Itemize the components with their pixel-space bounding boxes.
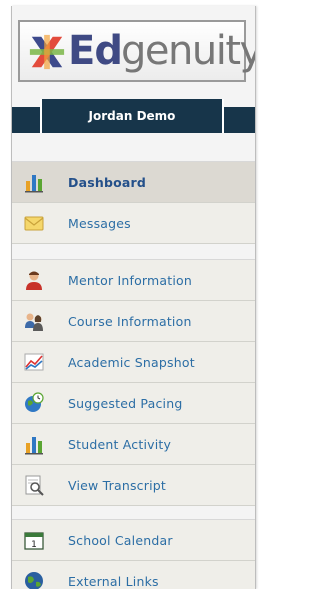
nav-item-label: Academic Snapshot bbox=[68, 354, 195, 370]
envelope-icon bbox=[24, 216, 44, 231]
nav-item-suggested-pacing[interactable]: Suggested Pacing bbox=[12, 383, 255, 424]
nav-item-label: Course Information bbox=[68, 313, 192, 329]
nav-item-course-information[interactable]: Course Information bbox=[12, 301, 255, 342]
sidebar-panel: Ed genuity Jordan Demo Dashboard Message… bbox=[11, 6, 256, 589]
nav-group-info: Mentor Information Course Information Ac… bbox=[12, 259, 255, 506]
nav-group-external: 1 School Calendar External Links bbox=[12, 519, 255, 589]
nav-item-label: Messages bbox=[68, 215, 131, 231]
nav-item-label: View Transcript bbox=[68, 477, 166, 493]
nav-item-external-links[interactable]: External Links bbox=[12, 561, 255, 589]
line-chart-icon bbox=[24, 353, 44, 371]
nav-item-label: External Links bbox=[68, 573, 159, 589]
two-people-icon bbox=[25, 313, 43, 331]
nav-item-mentor-information[interactable]: Mentor Information bbox=[12, 260, 255, 301]
calendar-icon: 1 bbox=[24, 532, 44, 550]
edgenuity-logo[interactable]: Ed genuity bbox=[18, 20, 255, 82]
logo-x-mark-icon bbox=[29, 34, 65, 70]
nav-item-label: Mentor Information bbox=[68, 272, 193, 288]
nav-item-label: School Calendar bbox=[68, 532, 173, 548]
nav-item-student-activity[interactable]: Student Activity bbox=[12, 424, 255, 465]
nav-group-primary: Dashboard Messages bbox=[12, 161, 255, 244]
mentor-person-icon bbox=[26, 271, 42, 290]
logo-text-suffix: genuity bbox=[121, 28, 256, 74]
nav-item-view-transcript[interactable]: View Transcript bbox=[12, 465, 255, 506]
user-name-tab: Jordan Demo bbox=[40, 99, 224, 133]
nav-item-label: Student Activity bbox=[68, 436, 172, 452]
globe-icon bbox=[25, 572, 43, 589]
bar-chart-icon bbox=[25, 437, 43, 455]
svg-text:1: 1 bbox=[31, 540, 37, 550]
magnifier-document-icon bbox=[25, 475, 44, 496]
globe-clock-icon bbox=[25, 392, 44, 412]
dashboard-icon bbox=[25, 175, 43, 193]
nav-item-school-calendar[interactable]: 1 School Calendar bbox=[12, 520, 255, 561]
nav-item-label: Dashboard bbox=[68, 174, 147, 190]
logo-text-prefix: Ed bbox=[68, 28, 123, 74]
nav-item-dashboard[interactable]: Dashboard bbox=[12, 162, 255, 203]
nav-item-messages[interactable]: Messages bbox=[12, 203, 255, 244]
nav-item-academic-snapshot[interactable]: Academic Snapshot bbox=[12, 342, 255, 383]
nav-item-label: Suggested Pacing bbox=[68, 395, 183, 411]
